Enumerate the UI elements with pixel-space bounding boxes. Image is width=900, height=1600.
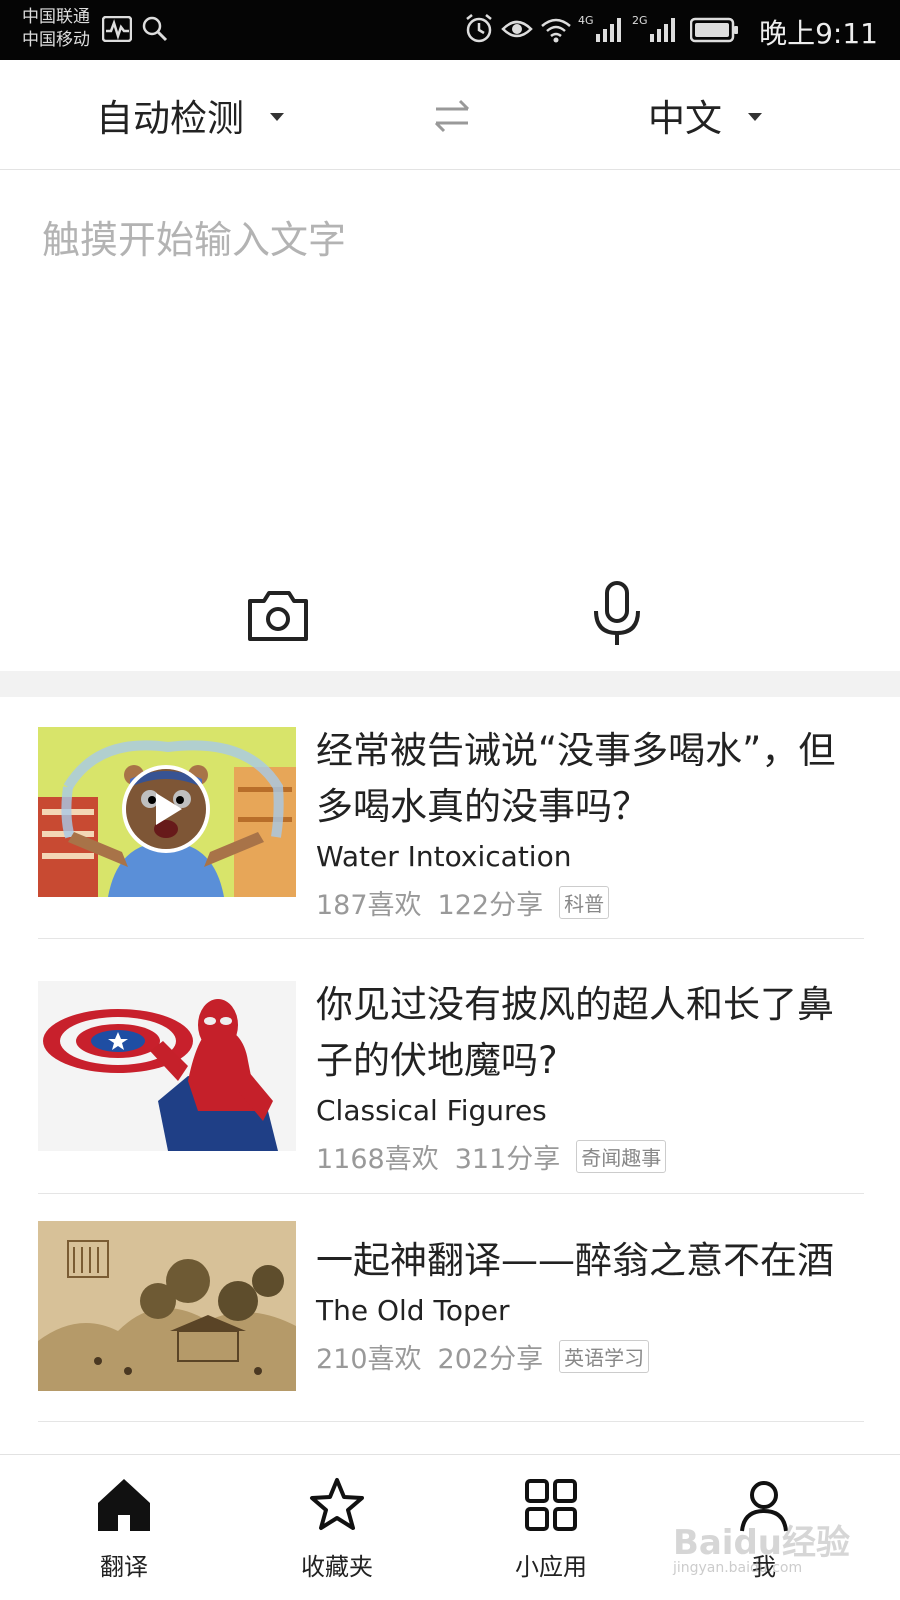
watermark-text: Baidu经验 xyxy=(672,1523,850,1563)
language-bar: 自动检测 中文 xyxy=(0,60,900,170)
camera-icon[interactable] xyxy=(244,581,314,651)
alarm-icon xyxy=(466,14,492,43)
article-tag: 科普 xyxy=(559,886,610,919)
carrier-2: 中国移动 xyxy=(22,30,90,50)
signal-strength-icon-1 xyxy=(596,18,621,42)
article-likes: 1168喜欢 xyxy=(316,1144,439,1175)
article-meta: 210喜欢 202分享 英语学习 xyxy=(316,1337,864,1376)
battery-icon xyxy=(690,17,738,43)
input-placeholder[interactable]: 触摸开始输入文字 xyxy=(42,209,346,264)
tab-mini-apps[interactable]: 小应用 xyxy=(491,1475,611,1582)
ancient-painting-thumbnail xyxy=(38,1221,296,1391)
article-meta: 1168喜欢 311分享 奇闻趣事 xyxy=(316,1137,864,1176)
article-text: 你见过没有披风的超人和长了鼻子的伏地魔吗? Classical Figures … xyxy=(316,977,864,1176)
article-thumbnail xyxy=(38,1221,296,1391)
network-type-2: 2G xyxy=(632,14,648,27)
eye-comfort-icon xyxy=(501,20,533,38)
swap-arrows-icon[interactable] xyxy=(432,96,472,136)
article-shares: 202分享 xyxy=(437,1344,544,1375)
chevron-down-icon xyxy=(748,113,762,121)
article-tag: 英语学习 xyxy=(559,1340,650,1373)
tab-label: 小应用 xyxy=(515,1553,587,1581)
article-tag: 奇闻趣事 xyxy=(576,1140,667,1173)
article-english-title: Classical Figures xyxy=(316,1094,547,1127)
divider xyxy=(38,1193,864,1194)
article-title: 你见过没有披风的超人和长了鼻子的伏地魔吗? xyxy=(316,983,834,1082)
baidu-watermark: Baidu经验 jingyan.baidu.com xyxy=(673,1515,850,1576)
article-card[interactable]: 经常被告诫说“没事多喝水”，但多喝水真的没事吗？ Water Intoxicat… xyxy=(38,723,864,921)
source-language-label: 自动检测 xyxy=(96,97,244,140)
article-shares: 311分享 xyxy=(454,1144,561,1175)
article-thumbnail xyxy=(38,981,296,1151)
target-language-label: 中文 xyxy=(648,97,722,140)
tab-favorites[interactable]: 收藏夹 xyxy=(277,1475,397,1582)
search-icon xyxy=(142,16,168,42)
target-language-select[interactable]: 中文 xyxy=(648,90,762,140)
spiderman-thumbnail xyxy=(38,981,296,1151)
article-card[interactable]: 你见过没有披风的超人和长了鼻子的伏地魔吗? Classical Figures … xyxy=(38,977,864,1175)
cartoon-bear-thumbnail xyxy=(38,727,296,897)
microphone-icon[interactable] xyxy=(582,579,652,649)
carrier-1: 中国联通 xyxy=(22,7,90,27)
article-text: 经常被告诫说“没事多喝水”，但多喝水真的没事吗？ Water Intoxicat… xyxy=(316,723,864,922)
source-language-select[interactable]: 自动检测 xyxy=(96,90,284,140)
status-time: 晚上9:11 xyxy=(759,17,878,50)
article-title: 一起神翻译——醉翁之意不在酒 xyxy=(316,1239,834,1282)
carrier-info: 中国联通 中国移动 xyxy=(22,6,90,52)
article-likes: 210喜欢 xyxy=(316,1344,422,1375)
article-english-title: Water Intoxication xyxy=(316,840,572,873)
article-shares: 122分享 xyxy=(437,890,544,921)
grid-icon xyxy=(525,1479,577,1531)
section-separator xyxy=(0,671,900,697)
translate-input-area[interactable]: 触摸开始输入文字 xyxy=(0,171,900,671)
divider xyxy=(38,938,864,939)
tab-translate[interactable]: 翻译 xyxy=(64,1475,184,1582)
article-text: 一起神翻译——醉翁之意不在酒 The Old Toper 210喜欢 202分享… xyxy=(316,1233,864,1376)
article-english-title: The Old Toper xyxy=(316,1294,510,1327)
wifi-icon xyxy=(541,18,571,43)
article-meta: 187喜欢 122分享 科普 xyxy=(316,883,864,922)
status-bar: 中国联通 中国移动 4G 2G 晚上9:11 xyxy=(0,0,900,60)
article-thumbnail xyxy=(38,727,296,897)
divider xyxy=(38,1421,864,1422)
star-icon xyxy=(310,1478,364,1530)
article-card[interactable]: 一起神翻译——醉翁之意不在酒 The Old Toper 210喜欢 202分享… xyxy=(38,1219,864,1399)
activity-monitor-icon xyxy=(102,16,132,42)
article-likes: 187喜欢 xyxy=(316,890,422,921)
chevron-down-icon xyxy=(270,113,284,121)
signal-strength-icon-2 xyxy=(650,18,675,42)
network-type-1: 4G xyxy=(578,14,594,27)
tab-label: 收藏夹 xyxy=(301,1553,373,1581)
article-title: 经常被告诫说“没事多喝水”，但多喝水真的没事吗？ xyxy=(316,729,836,828)
home-icon xyxy=(98,1479,150,1531)
tab-label: 翻译 xyxy=(100,1553,148,1581)
